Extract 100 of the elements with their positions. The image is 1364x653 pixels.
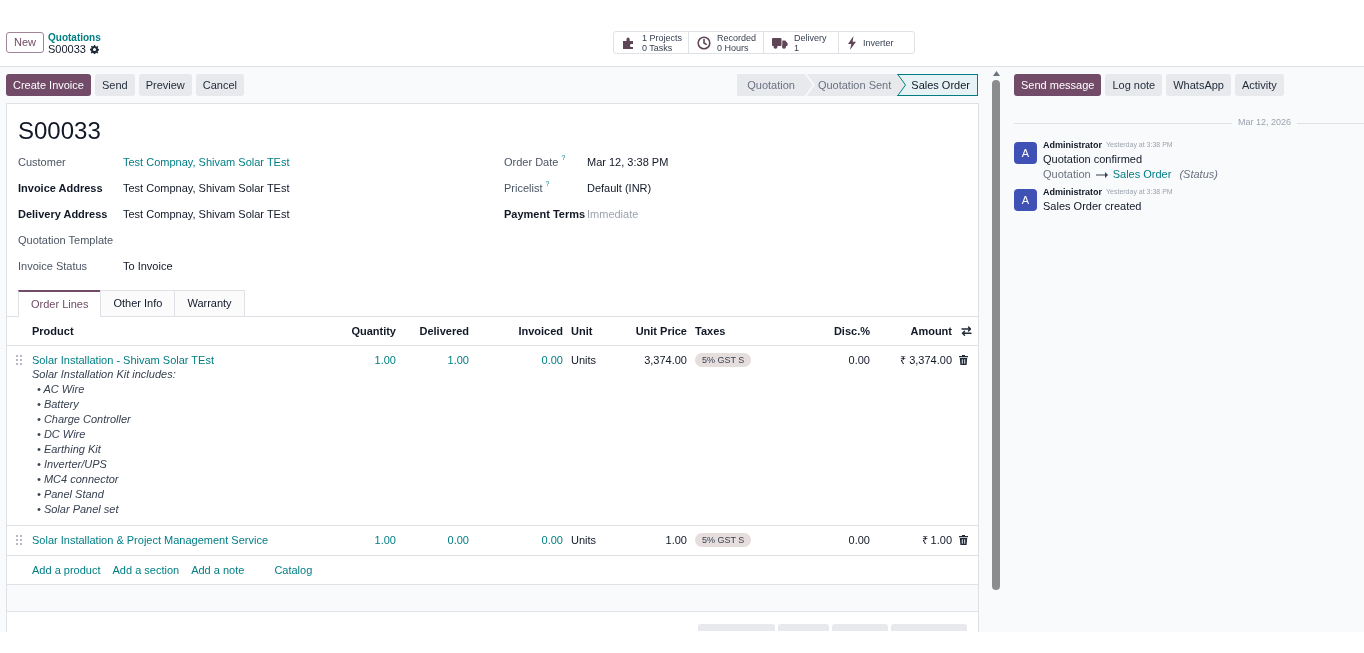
field-label: Delivery Address	[18, 206, 108, 222]
tab[interactable]: Order Lines	[18, 290, 102, 317]
message-body: Sales Order created	[1043, 199, 1142, 214]
column-header[interactable]: Taxes	[695, 324, 726, 337]
field-label: Customer	[18, 154, 66, 170]
delivered-value: 1.00	[447, 353, 469, 366]
unit-value: Units	[571, 533, 597, 546]
breadcrumb-link[interactable]: Quotations	[48, 32, 101, 43]
chatter-button[interactable]: Send message	[1014, 74, 1102, 96]
field-label: Order Date	[504, 154, 559, 170]
field-label: Invoice Address	[18, 180, 103, 196]
field-value: To Invoice	[123, 258, 173, 274]
field-label: Pricelist	[504, 180, 543, 196]
cut-off-button[interactable]	[832, 623, 888, 631]
cut-off-button[interactable]	[698, 623, 775, 631]
new-value: Sales Order	[1112, 167, 1172, 183]
product-link[interactable]: Solar Installation & Project Management Service	[32, 532, 268, 547]
column-header[interactable]: Amount	[910, 324, 952, 337]
field-link[interactable]: Test Compnay, Shivam Solar TEst	[123, 153, 290, 171]
cut-off-button[interactable]	[891, 623, 967, 631]
smart-button[interactable]: 1 Projects 0 Tasks	[614, 32, 689, 53]
tax-tag[interactable]: 5% GST S	[695, 352, 752, 367]
tab[interactable]: Warranty	[174, 290, 245, 316]
lightning-bolt-icon	[847, 35, 857, 50]
unit-value: Units	[571, 353, 597, 366]
description-line: • Battery	[36, 396, 79, 412]
old-value: Quotation	[1043, 167, 1091, 183]
smart-button[interactable]: Inverter	[839, 32, 914, 53]
description-line: • AC Wire	[36, 381, 85, 397]
chatter-button[interactable]: Activity	[1234, 74, 1284, 96]
discount-value: 0.00	[848, 353, 870, 366]
author-name: Administrator	[1043, 138, 1102, 152]
action-button[interactable]: Create Invoice	[6, 74, 91, 96]
description-line: • Earthing Kit	[36, 441, 101, 457]
record-title: S00033	[18, 117, 101, 145]
unit-price-value: 3,374.00	[644, 353, 687, 366]
avatar: A	[1014, 189, 1037, 211]
column-header[interactable]: Delivered	[419, 324, 469, 337]
description-line: • Inverter/UPS	[36, 456, 107, 472]
column-header[interactable]: Disc.%	[833, 324, 870, 337]
scroll-up-arrow-icon[interactable]	[992, 71, 1000, 76]
quantity-value: 1.00	[374, 353, 396, 366]
column-header[interactable]: Invoiced	[518, 324, 563, 337]
chatter-button[interactable]: WhatsApp	[1166, 74, 1231, 96]
truck-icon	[772, 36, 788, 49]
discount-value: 0.00	[848, 533, 870, 546]
column-header[interactable]: Product	[32, 324, 74, 337]
input-field[interactable]: Immediate	[587, 206, 677, 222]
add-line-link[interactable]: Add a note	[191, 562, 245, 577]
add-line-link[interactable]: Add a section	[112, 562, 180, 577]
smart-button[interactable]: Recorded 0 Hours	[689, 32, 764, 53]
chevron-icon	[897, 74, 908, 96]
arrow-icon	[1095, 171, 1108, 178]
tab[interactable]: Other Info	[100, 290, 176, 316]
gear-icon[interactable]	[89, 44, 99, 54]
product-link[interactable]: Solar Installation - Shivam Solar TEst	[32, 352, 214, 367]
action-button[interactable]: Preview	[138, 74, 192, 96]
description-line: • DC Wire	[36, 426, 86, 442]
field-label: Invoice Status	[18, 258, 88, 274]
avatar: A	[1014, 142, 1037, 164]
delivered-value: 0.00	[447, 533, 469, 546]
column-header[interactable]: Unit Price	[635, 324, 687, 337]
field-name: (Status)	[1179, 167, 1218, 183]
action-button[interactable]: Cancel	[195, 74, 244, 96]
scrollbar-thumb[interactable]	[992, 80, 1000, 590]
author-name: Administrator	[1043, 185, 1102, 199]
date-separator: Mar 12, 2026	[1237, 116, 1293, 130]
column-header[interactable]: Quantity	[351, 324, 396, 337]
invoiced-value: 0.00	[541, 353, 563, 366]
message-body: Quotation confirmed	[1043, 152, 1143, 167]
description-line: • Solar Panel set	[36, 501, 119, 517]
drag-handle-icon[interactable]	[16, 354, 22, 365]
cut-off-button[interactable]	[778, 623, 829, 631]
quantity-value: 1.00	[374, 533, 396, 546]
amount-value: ₹ 3,374.00	[900, 353, 952, 366]
puzzle-piece-icon	[622, 35, 636, 50]
new-button[interactable]: New	[6, 32, 44, 53]
amount-value: ₹ 1.00	[921, 533, 952, 546]
trash-icon[interactable]	[959, 354, 968, 365]
record-name: S00033	[48, 43, 86, 55]
add-line-link[interactable]: Add a product	[32, 562, 101, 577]
description-line: • Panel Stand	[36, 486, 104, 502]
add-line-link[interactable]: Catalog	[274, 562, 313, 577]
status-step[interactable]: Sales Order	[897, 74, 978, 96]
chatter-button[interactable]: Log note	[1105, 74, 1163, 96]
description-line: • Charge Controller	[36, 411, 131, 427]
field-value: Test Compnay, Shivam Solar TEst	[123, 206, 290, 222]
drag-handle-icon[interactable]	[16, 534, 22, 545]
trash-icon[interactable]	[959, 534, 968, 545]
field-label: Quotation Template	[18, 232, 114, 248]
unit-price-value: 1.00	[665, 533, 687, 546]
swap-arrows-icon[interactable]	[961, 325, 972, 336]
tax-tag[interactable]: 5% GST S	[695, 532, 752, 547]
field-value: Test Compnay, Shivam Solar TEst	[123, 180, 290, 196]
clock-icon	[697, 35, 711, 50]
column-header[interactable]: Unit	[571, 324, 593, 337]
smart-button[interactable]: Delivery 1	[764, 32, 839, 53]
action-button[interactable]: Send	[94, 74, 135, 96]
status-step[interactable]: Quotation	[737, 74, 805, 96]
field-value: Mar 12, 3:38 PM	[587, 154, 669, 170]
